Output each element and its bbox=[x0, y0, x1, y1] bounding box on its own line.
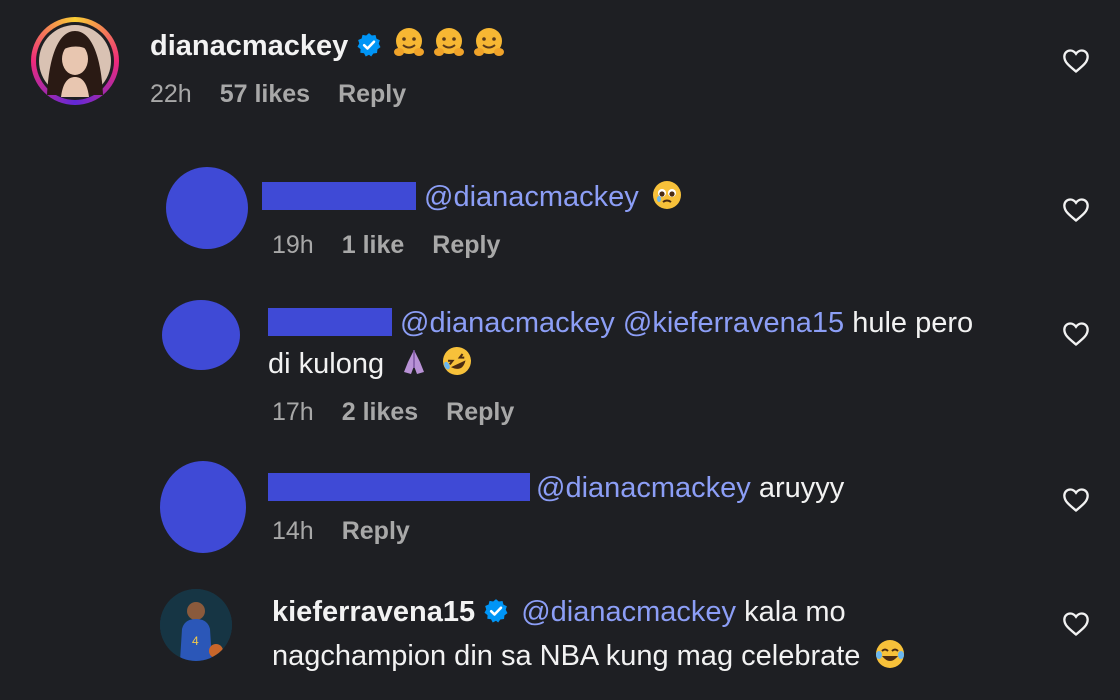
avatar-photo bbox=[39, 25, 111, 97]
mention-link[interactable]: @dianacmackey bbox=[400, 307, 615, 339]
redacted-username[interactable] bbox=[268, 473, 530, 501]
reply-button[interactable]: Reply bbox=[432, 231, 500, 259]
like-heart-icon[interactable] bbox=[1062, 321, 1090, 347]
avatar-redacted[interactable] bbox=[166, 167, 248, 249]
hugging-face-emoji bbox=[392, 26, 426, 72]
comment-time: 14h bbox=[272, 517, 314, 545]
mention-link[interactable]: @kieferravena15 bbox=[623, 307, 844, 339]
redacted-username[interactable] bbox=[262, 182, 416, 210]
rofl-emoji bbox=[440, 344, 474, 390]
comment-text: di kulong bbox=[268, 348, 385, 380]
folded-hands-emoji bbox=[398, 346, 430, 390]
reply-button[interactable]: Reply bbox=[338, 80, 406, 108]
avatar-redacted[interactable] bbox=[162, 300, 240, 370]
avatar-dianacmackey[interactable] bbox=[31, 17, 119, 105]
like-heart-icon[interactable] bbox=[1062, 611, 1090, 637]
verified-badge-icon bbox=[356, 29, 382, 70]
comment-time: 22h bbox=[150, 80, 192, 108]
tears-of-joy-emoji bbox=[874, 638, 906, 682]
comment-username[interactable]: dianacmackey bbox=[150, 30, 348, 62]
comment-text: nagchampion din sa NBA kung mag celebrat… bbox=[272, 640, 861, 672]
comment-likes[interactable]: 57 likes bbox=[220, 80, 310, 108]
avatar-photo: 4 bbox=[160, 589, 232, 661]
reply-button[interactable]: Reply bbox=[342, 517, 410, 545]
hugging-face-emoji bbox=[472, 26, 506, 72]
redacted-username[interactable] bbox=[268, 308, 392, 336]
comment-time: 17h bbox=[272, 398, 314, 426]
mention-link[interactable]: @dianacmackey bbox=[521, 596, 736, 628]
comment-text: kala mo bbox=[736, 596, 846, 628]
comment-text: hule pero bbox=[844, 307, 974, 339]
mention-link[interactable]: @dianacmackey bbox=[424, 181, 639, 213]
like-heart-icon[interactable] bbox=[1062, 197, 1090, 223]
comment-time: 19h bbox=[272, 231, 314, 259]
comment-text: aruyyy bbox=[750, 472, 845, 504]
verified-badge-icon bbox=[483, 595, 509, 636]
reply-button[interactable]: Reply bbox=[446, 398, 514, 426]
svg-text:4: 4 bbox=[192, 634, 199, 648]
mention-link[interactable]: @dianacmackey bbox=[536, 472, 751, 504]
avatar-redacted[interactable] bbox=[160, 461, 246, 553]
avatar-kieferravena15[interactable]: 4 bbox=[160, 589, 232, 661]
comment-likes[interactable]: 2 likes bbox=[342, 398, 418, 426]
comment-username[interactable]: kieferravena15 bbox=[272, 596, 475, 628]
pleading-face-emoji bbox=[651, 179, 683, 223]
like-heart-icon[interactable] bbox=[1062, 487, 1090, 513]
hugging-face-emoji bbox=[432, 26, 466, 72]
comment-likes[interactable]: 1 like bbox=[342, 231, 405, 259]
like-heart-icon[interactable] bbox=[1062, 48, 1090, 74]
